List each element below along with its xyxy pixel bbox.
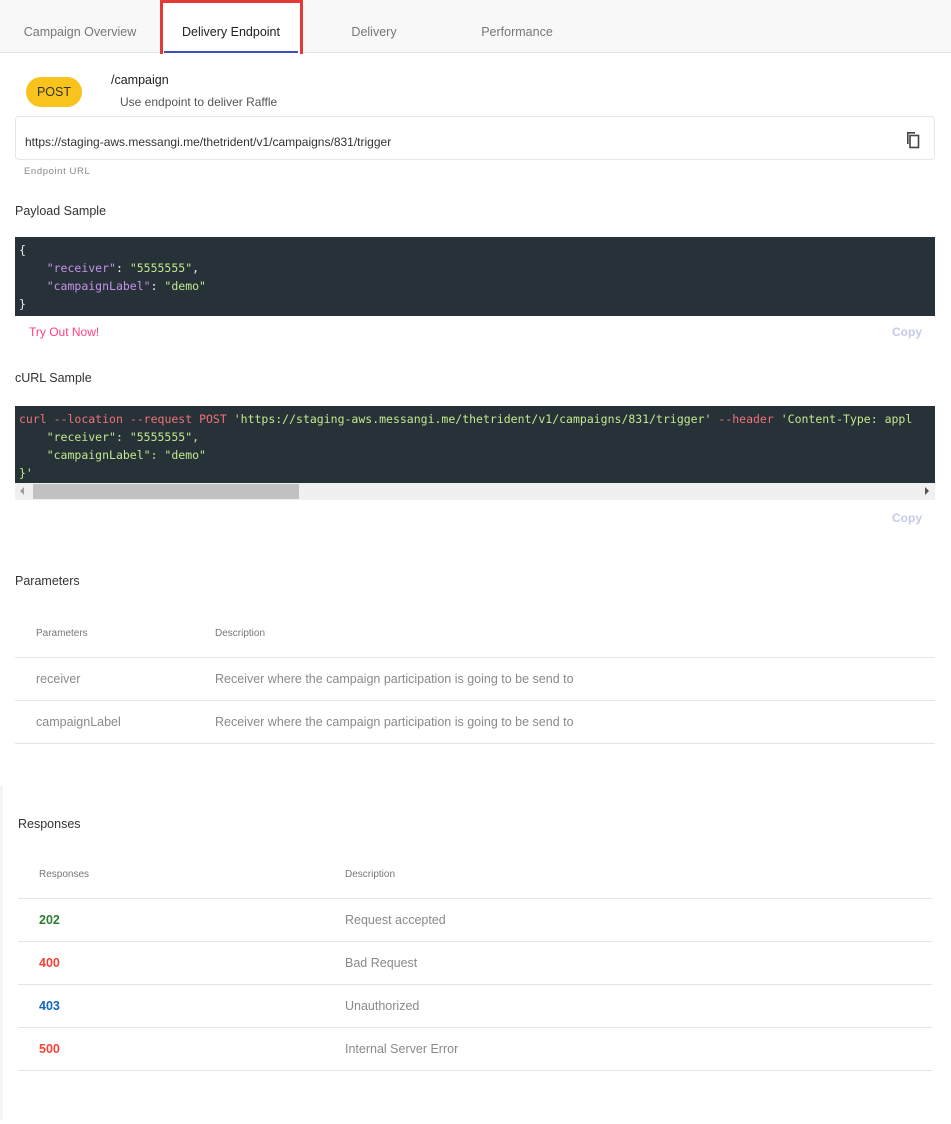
scrollbar-thumb[interactable] [33,484,299,499]
payload-code-block: { "receiver": "5555555", "campaignLabel"… [15,237,935,316]
parameter-name: campaignLabel [36,715,121,729]
table-row: 403 Unauthorized [18,985,932,1028]
copy-icon[interactable] [904,131,920,149]
curl-horizontal-scrollbar[interactable] [15,483,935,500]
curl-body-key: "campaignLabel" [46,448,151,462]
response-description: Unauthorized [345,999,420,1013]
parameters-title: Parameters [15,574,80,588]
endpoint-path: /campaign [111,73,169,87]
endpoint-description: Use endpoint to deliver Raffle [120,95,278,109]
response-code: 400 [39,956,60,970]
copy-curl-button[interactable]: Copy [892,511,922,525]
tab-bar: Campaign Overview Delivery Endpoint Deli… [0,0,951,53]
response-code: 202 [39,913,60,927]
endpoint-url-value: https://staging-aws.messangi.me/thetride… [25,135,392,149]
tab-performance[interactable]: Performance [446,0,588,53]
code-value: "5555555" [129,261,193,275]
column-header: Description [345,869,396,880]
endpoint-url-field[interactable]: https://staging-aws.messangi.me/thetride… [15,116,935,160]
curl-close: }' [19,466,33,480]
code-key: "receiver" [46,261,116,275]
tab-delivery[interactable]: Delivery [304,0,444,53]
curl-body-value: "demo" [164,448,206,462]
curl-header-value: 'Content-Type: appl [780,412,913,426]
table-row: receiver Receiver where the campaign par… [15,658,935,701]
response-description: Bad Request [345,956,418,970]
curl-method: POST [199,412,227,426]
method-badge: POST [26,77,82,107]
curl-code-block: curl --location --request POST 'https://… [15,406,935,483]
tab-delivery-endpoint[interactable]: Delivery Endpoint [162,0,300,53]
try-out-now-link[interactable]: Try Out Now! [29,325,99,339]
column-header: Description [215,628,266,639]
curl-option: --location [53,412,123,426]
scroll-right-arrow-icon[interactable] [925,487,929,495]
response-code: 500 [39,1042,60,1056]
response-code: 403 [39,999,60,1013]
endpoint-url-label: Endpoint URL [24,166,91,177]
table-row: 500 Internal Server Error [18,1028,932,1071]
parameter-description: Receiver where the campaign participatio… [215,715,574,729]
code-open-brace: { [19,243,26,257]
code-key: "campaignLabel" [46,279,151,293]
parameters-header-row: Parameters Description [15,610,935,658]
code-close-brace: } [19,297,26,311]
parameter-name: receiver [36,672,81,686]
curl-command: curl [19,412,47,426]
responses-header-row: Responses Description [18,850,932,899]
table-row: 202 Request accepted [18,899,932,942]
curl-option: --header [718,412,774,426]
curl-body-key: "receiver" [46,430,116,444]
curl-sample-title: cURL Sample [15,371,92,385]
payload-sample-title: Payload Sample [15,204,107,218]
response-description: Request accepted [345,913,446,927]
responses-title: Responses [18,817,81,831]
code-comma: , [192,261,200,275]
table-row: campaignLabel Receiver where the campaig… [15,701,935,744]
curl-body-value: "5555555", [129,430,200,444]
copy-payload-button[interactable]: Copy [892,325,922,339]
column-header: Responses [39,869,90,880]
tab-campaign-overview[interactable]: Campaign Overview [4,0,156,53]
left-edge-shade [0,785,3,1120]
parameters-table: Parameters Description receiver Receiver… [15,610,935,745]
parameter-description: Receiver where the campaign participatio… [215,672,574,686]
responses-table: Responses Description 202 Request accept… [18,850,932,1072]
curl-url: 'https://staging-aws.messangi.me/thetrid… [233,412,712,426]
column-header: Parameters [36,628,88,639]
scroll-left-arrow-icon[interactable] [20,487,24,495]
response-description: Internal Server Error [345,1042,459,1056]
code-value: "demo" [164,279,206,293]
table-row: 400 Bad Request [18,942,932,985]
curl-option: --request [129,412,193,426]
